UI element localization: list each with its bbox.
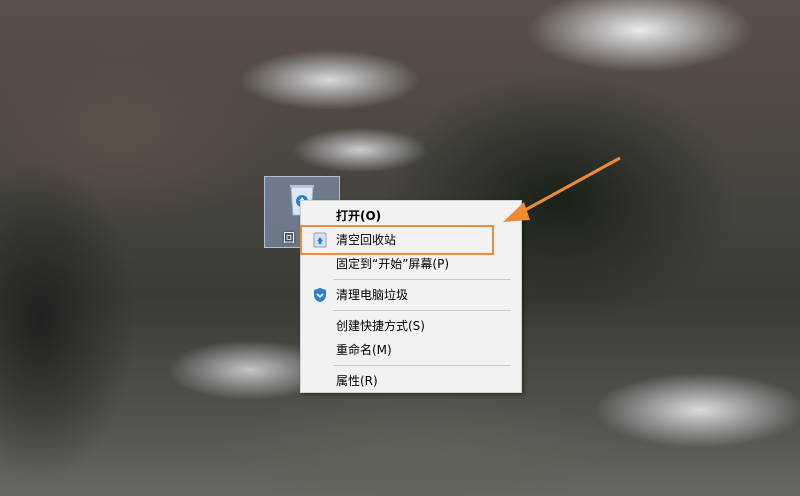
- menu-item-pin-to-start[interactable]: 固定到“开始”屏幕(P): [301, 252, 521, 276]
- menu-item-rename[interactable]: 重命名(M): [301, 338, 521, 362]
- recycle-bin-label: 回: [283, 231, 296, 245]
- menu-item-label: 清理电脑垃圾: [336, 288, 409, 302]
- menu-item-create-shortcut[interactable]: 创建快捷方式(S): [301, 314, 521, 338]
- menu-item-properties[interactable]: 属性(R): [301, 369, 521, 393]
- menu-item-clean-junk[interactable]: 清理电脑垃圾: [301, 283, 521, 307]
- menu-separator: [333, 310, 511, 311]
- highlight-box: [300, 225, 494, 255]
- menu-separator: [333, 365, 511, 366]
- menu-separator: [333, 279, 511, 280]
- shield-icon: [314, 288, 326, 302]
